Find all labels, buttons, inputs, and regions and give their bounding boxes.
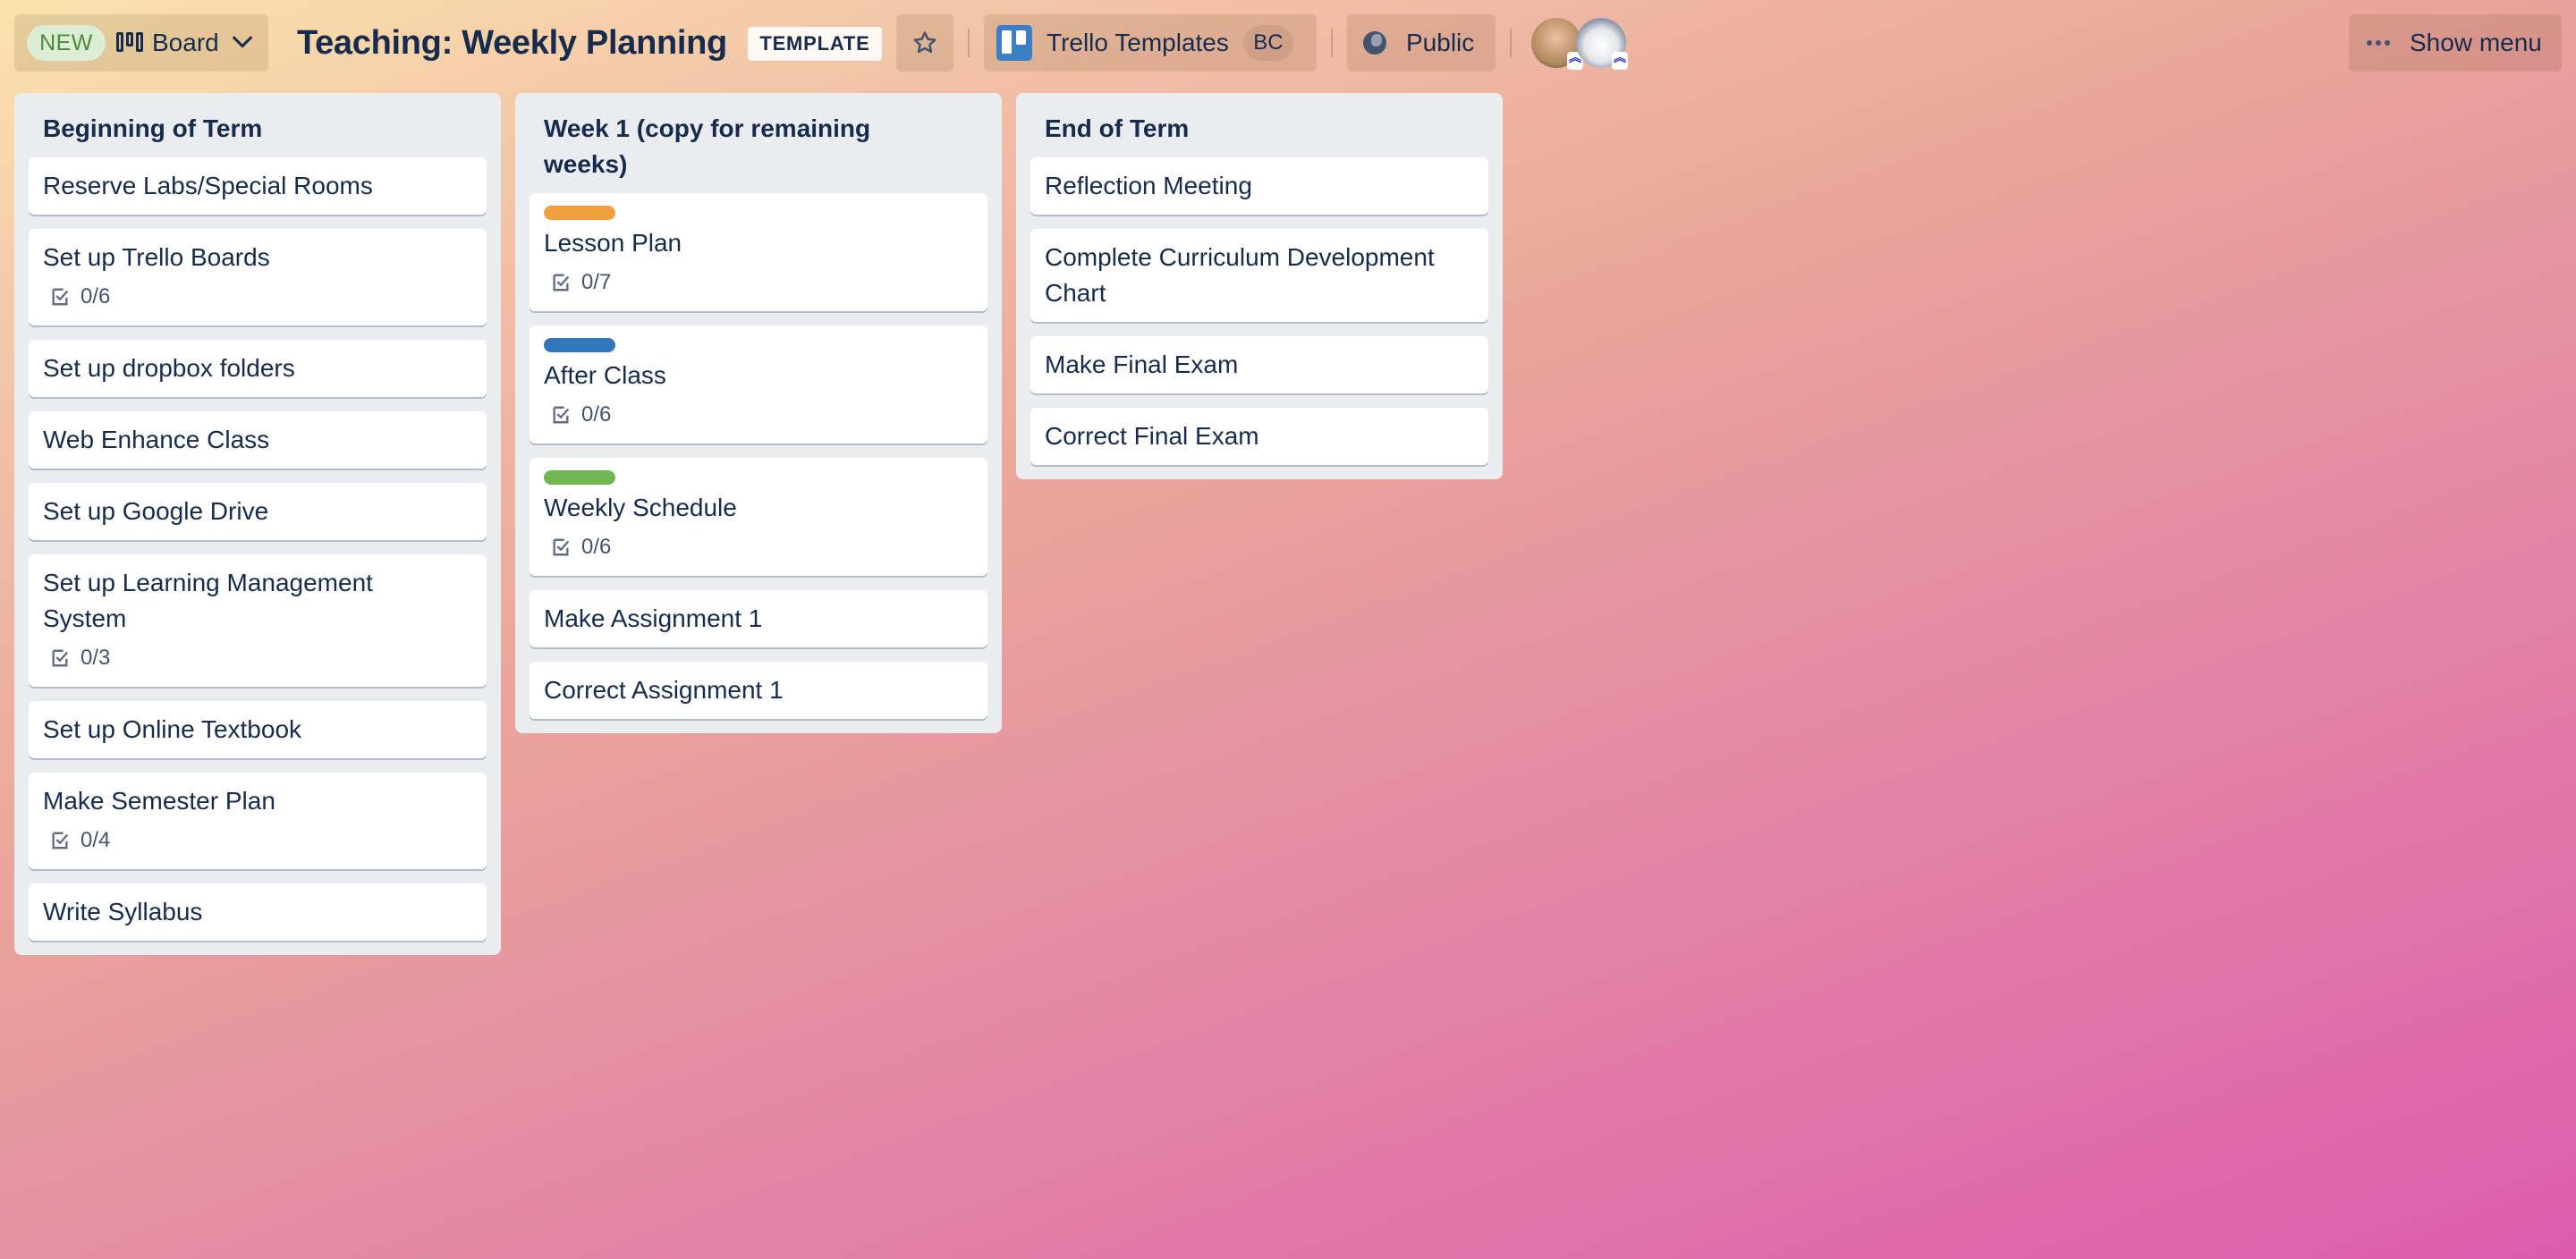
checklist-badge: 0/4 [50,823,472,858]
card[interactable]: Complete Curriculum Development Chart [1030,229,1488,322]
checklist-icon [52,832,69,849]
ellipsis-icon [2367,40,2390,46]
card-title: Lesson Plan [544,229,682,257]
show-menu-label: Show menu [2410,29,2542,56]
card[interactable]: Reserve Labs/Special Rooms [29,157,487,215]
checklist-icon [553,406,570,424]
card[interactable]: Write Syllabus [29,883,487,941]
checklist-count: 0/6 [581,402,612,427]
card-title: Set up Learning Management System [43,569,373,632]
show-menu-button[interactable]: Show menu [2349,14,2562,72]
card[interactable]: Set up Learning Management System 0/3 [29,554,487,687]
card[interactable]: Correct Final Exam [1030,408,1488,465]
divider [1510,29,1512,57]
view-switcher-button[interactable]: NEW Board [14,14,268,72]
card[interactable]: Set up Google Drive [29,483,487,540]
view-label: Board [152,29,219,56]
board-columns-icon [116,32,143,54]
admin-chevron-icon: ︽ [1612,51,1628,70]
card-title: Weekly Schedule [544,494,737,521]
board-header: NEW Board Teaching: Weekly Planning TEMP… [0,0,2576,86]
card-title: Web Enhance Class [43,426,270,453]
card-title: Correct Assignment 1 [544,676,784,704]
card[interactable]: Correct Assignment 1 [530,662,987,719]
template-badge: TEMPLATE [748,27,882,61]
avatar[interactable]: ︽ [1531,18,1583,70]
card-label-orange[interactable] [544,206,615,220]
card-title: Set up Trello Boards [43,243,270,271]
card-title: Reserve Labs/Special Rooms [43,172,373,199]
card-label-blue[interactable] [544,338,615,352]
list-title[interactable]: Beginning of Term [29,93,487,157]
list-end-of-term: End of Term Reflection Meeting Complete … [1016,93,1503,479]
card[interactable]: Lesson Plan 0/7 [530,193,987,311]
workspace-name: Trello Templates [1046,29,1229,56]
card[interactable]: Reflection Meeting [1030,157,1488,215]
trello-logo-icon [996,25,1032,61]
card[interactable]: Weekly Schedule 0/6 [530,458,987,576]
board-title[interactable]: Teaching: Weekly Planning [297,20,727,66]
checklist-count: 0/6 [581,535,612,559]
checklist-icon [52,649,69,667]
checklist-badge: 0/6 [551,529,973,565]
card[interactable]: Web Enhance Class [29,411,487,469]
checklist-icon [553,274,570,292]
card-title: Make Final Exam [1045,351,1239,378]
list-week-1: Week 1 (copy for remaining weeks) Lesson… [515,93,1002,733]
card-title: Set up dropbox folders [43,354,295,382]
card[interactable]: Set up dropbox folders [29,340,487,397]
avatar[interactable]: ︽ [1576,18,1628,70]
card[interactable]: Set up Online Textbook [29,701,487,758]
card[interactable]: Set up Trello Boards 0/6 [29,229,487,325]
checklist-icon [52,288,69,306]
checklist-count: 0/3 [80,646,111,670]
checklist-icon [553,538,570,556]
star-board-button[interactable] [896,14,953,72]
divider [1331,29,1333,57]
checklist-badge: 0/3 [50,640,472,676]
card-title: Correct Final Exam [1045,422,1259,450]
new-badge: NEW [27,25,106,61]
card-title: Set up Online Textbook [43,715,302,743]
card-title: After Class [544,361,666,389]
card[interactable]: Make Final Exam [1030,336,1488,393]
workspace-badge: BC [1242,25,1293,61]
card[interactable]: Make Assignment 1 [530,590,987,647]
board-members: ︽ ︽ [1531,18,1628,70]
checklist-count: 0/7 [581,270,612,294]
checklist-badge: 0/6 [551,397,973,433]
checklist-badge: 0/6 [50,279,472,315]
visibility-label: Public [1406,29,1475,56]
card-label-green[interactable] [544,470,615,485]
card[interactable]: After Class 0/6 [530,325,987,444]
card[interactable]: Make Semester Plan 0/4 [29,773,487,869]
card-title: Reflection Meeting [1045,172,1252,199]
checklist-count: 0/4 [80,828,111,852]
checklist-count: 0/6 [80,284,111,308]
list-beginning-of-term: Beginning of Term Reserve Labs/Special R… [14,93,501,955]
star-outline-icon [913,31,936,54]
checklist-badge: 0/7 [551,265,973,300]
list-title[interactable]: Week 1 (copy for remaining weeks) [530,93,905,193]
divider [968,29,970,57]
card-title: Set up Google Drive [43,497,269,525]
card-title: Make Semester Plan [43,787,275,815]
visibility-button[interactable]: Public [1347,14,1496,72]
card-title: Write Syllabus [43,898,203,925]
card-title: Complete Curriculum Development Chart [1045,243,1435,307]
card-title: Make Assignment 1 [544,604,763,632]
globe-icon [1363,31,1386,55]
list-title[interactable]: End of Term [1030,93,1488,157]
workspace-button[interactable]: Trello Templates BC [984,14,1317,72]
chevron-down-icon [232,28,253,48]
